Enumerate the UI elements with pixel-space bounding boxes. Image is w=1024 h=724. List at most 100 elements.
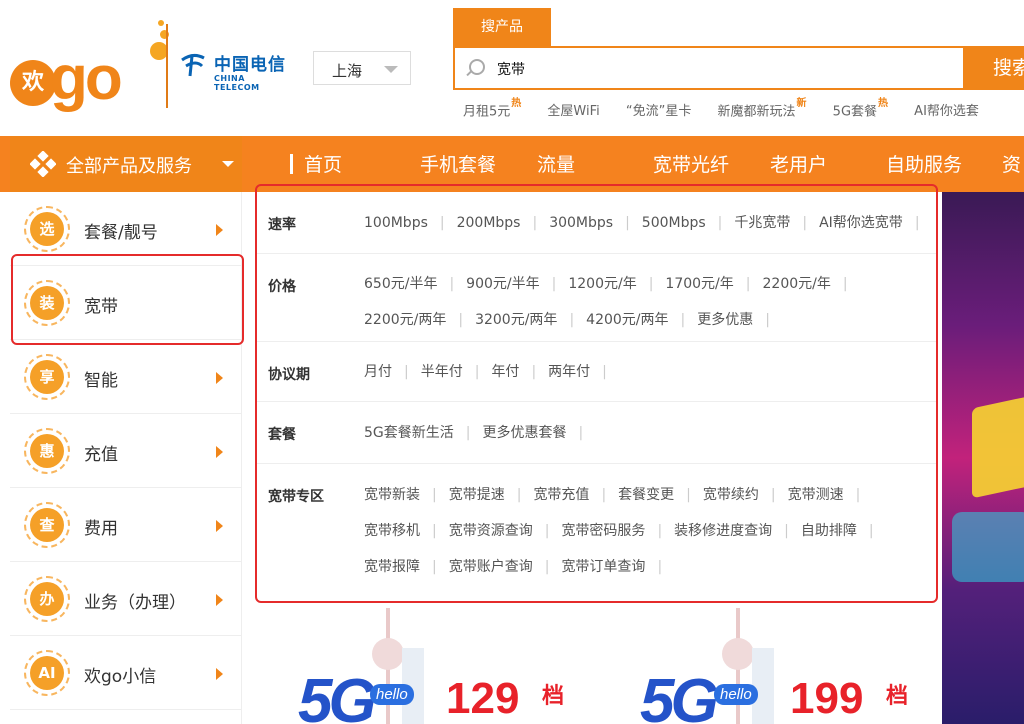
contract-link[interactable]: 半年付 [421,354,492,390]
category-badge: 查 [24,502,70,548]
badge-text: AI [30,656,64,690]
panel-row-speed: 速率 100Mbps200Mbps300Mbps500Mbps千兆宽带AI帮你选… [256,192,938,254]
logo-divider [166,24,168,108]
price-link[interactable]: 1700元/年 [665,266,762,302]
speed-link[interactable]: 100Mbps [364,205,457,241]
panel-row-price: 价格 650元/半年900元/半年1200元/年1700元/年2200元/年 22… [256,254,938,342]
row-title: 速率 [268,217,296,233]
price-link[interactable]: 900元/半年 [466,266,568,302]
speed-link[interactable]: 200Mbps [457,205,550,241]
telecom-name-en: CHINA TELECOM [214,74,260,92]
price-unit: 档 [542,684,565,709]
badge-text: 装 [30,286,64,320]
hot-tag: 热 [878,98,889,109]
hot-link-label: “免流”星卡 [625,104,692,120]
search-input[interactable]: 宽带 [453,46,963,90]
price-129[interactable]: 129 [446,674,519,724]
panel-row-zone: 宽带专区 宽带新装宽带提速宽带充值套餐变更宽带续约宽带测速宽带移机宽带资源查询宽… [256,464,938,584]
hot-link[interactable]: AI帮你选套 [914,100,979,119]
city-selector[interactable]: 上海 [313,51,411,85]
chevron-down-icon [222,161,234,167]
badge-text: 享 [30,360,64,394]
search-products-tab[interactable]: 搜产品 [453,8,551,46]
price-link[interactable]: 3200元/两年 [475,302,586,338]
package-link[interactable]: 5G套餐新生活 [364,415,482,451]
category-badge: 办 [24,576,70,622]
hot-link-label: 全屋WiFi [547,104,600,120]
search-icon [469,59,485,75]
category-label: 宽带 [84,297,118,317]
search-button[interactable]: 搜索 [963,46,1024,90]
category-item-fees[interactable]: 查 费用 [10,488,242,562]
panel-row-contract: 协议期 月付半年付年付两年付 [256,342,938,402]
zone-link[interactable]: 宽带提速 [449,477,534,513]
zone-link[interactable]: 宽带新装 [364,477,449,513]
zone-link[interactable]: 宽带续约 [703,477,788,513]
category-label: 智能 [84,371,118,391]
nav-home[interactable]: 首页 [304,150,342,177]
category-badge: 装 [24,280,70,326]
price-link[interactable]: 2200元/年 [763,266,860,302]
zone-link[interactable]: 宽带充值 [533,477,618,513]
speed-link[interactable]: AI帮你选宽带 [819,205,931,241]
promo-banner-edge[interactable] [942,192,1024,724]
hot-link[interactable]: 5G套餐热 [833,98,888,119]
hot-link[interactable]: 全屋WiFi [547,100,599,119]
category-label: 费用 [84,519,118,539]
category-item-assistant[interactable]: AI 欢go小信 [10,636,242,710]
category-item-business[interactable]: 办 业务（办理） [10,562,242,636]
zone-link[interactable]: 宽带报障 [364,549,449,585]
logo-text: go [50,44,123,113]
badge-text: 惠 [30,434,64,468]
nav-existing-users[interactable]: 老用户 [770,150,827,177]
contract-link[interactable]: 年付 [491,354,548,390]
price-link[interactable]: 2200元/两年 [364,302,475,338]
speed-link[interactable]: 300Mbps [549,205,642,241]
category-item-plans[interactable]: 选 套餐/靓号 [10,192,242,266]
hot-link[interactable]: “免流”星卡 [626,100,691,119]
price-199[interactable]: 199 [790,674,863,724]
zone-link[interactable]: 宽带资源查询 [449,513,562,549]
zone-link[interactable]: 宽带移机 [364,513,449,549]
logo-dot [158,20,164,26]
category-item-recharge[interactable]: 惠 充值 [10,414,242,488]
row-title: 套餐 [268,427,296,443]
zone-link[interactable]: 宽带测速 [788,477,873,513]
header: 欢 go 中国电信 CHINA TELECOM 上海 搜产品 宽带 搜索 月租5… [0,0,1024,136]
hot-link[interactable]: 月租5元热 [463,98,521,119]
zone-link[interactable]: 套餐变更 [618,477,703,513]
speed-link[interactable]: 千兆宽带 [734,205,819,241]
zone-link[interactable]: 宽带账户查询 [449,549,562,585]
price-link[interactable]: 1200元/年 [568,266,665,302]
row-links: 100Mbps200Mbps300Mbps500Mbps千兆宽带AI帮你选宽带 [364,205,934,241]
price-link[interactable]: 更多优惠 [697,302,782,338]
nav-broadband[interactable]: 宽带光纤 [653,150,729,177]
zone-link[interactable]: 自助排障 [801,513,886,549]
contract-link[interactable]: 月付 [364,354,421,390]
category-item-smart[interactable]: 享 智能 [10,340,242,414]
nav-data[interactable]: 流量 [537,150,575,177]
category-item-broadband[interactable]: 装 宽带 [10,266,242,340]
panel-row-package: 套餐 5G套餐新生活更多优惠套餐 [256,402,938,464]
diamond-grid-icon [30,151,56,177]
package-link[interactable]: 更多优惠套餐 [482,415,595,451]
hello-tag: hello [714,684,758,705]
price-link[interactable]: 650元/半年 [364,266,466,302]
all-products-label: 全部产品及服务 [66,156,192,177]
contract-link[interactable]: 两年付 [548,354,619,390]
zone-link[interactable]: 装移修进度查询 [674,513,801,549]
price-link[interactable]: 4200元/两年 [586,302,697,338]
huango-logo[interactable]: 欢 go [10,14,170,114]
zone-link[interactable]: 宽带密码服务 [561,513,674,549]
zone-link[interactable]: 宽带订单查询 [561,549,674,585]
nav-self-service[interactable]: 自助服务 [886,150,962,177]
all-products-menu[interactable]: 全部产品及服务 [10,136,242,192]
hot-link[interactable]: 新魔都新玩法新 [718,98,807,119]
telecom-icon [181,53,205,77]
speed-link[interactable]: 500Mbps [642,205,735,241]
search-value: 宽带 [497,62,525,78]
badge-text: 查 [30,508,64,542]
nav-more[interactable]: 资 [1002,150,1021,177]
hello-tag: hello [370,684,414,705]
nav-mobile-plans[interactable]: 手机套餐 [420,150,496,177]
